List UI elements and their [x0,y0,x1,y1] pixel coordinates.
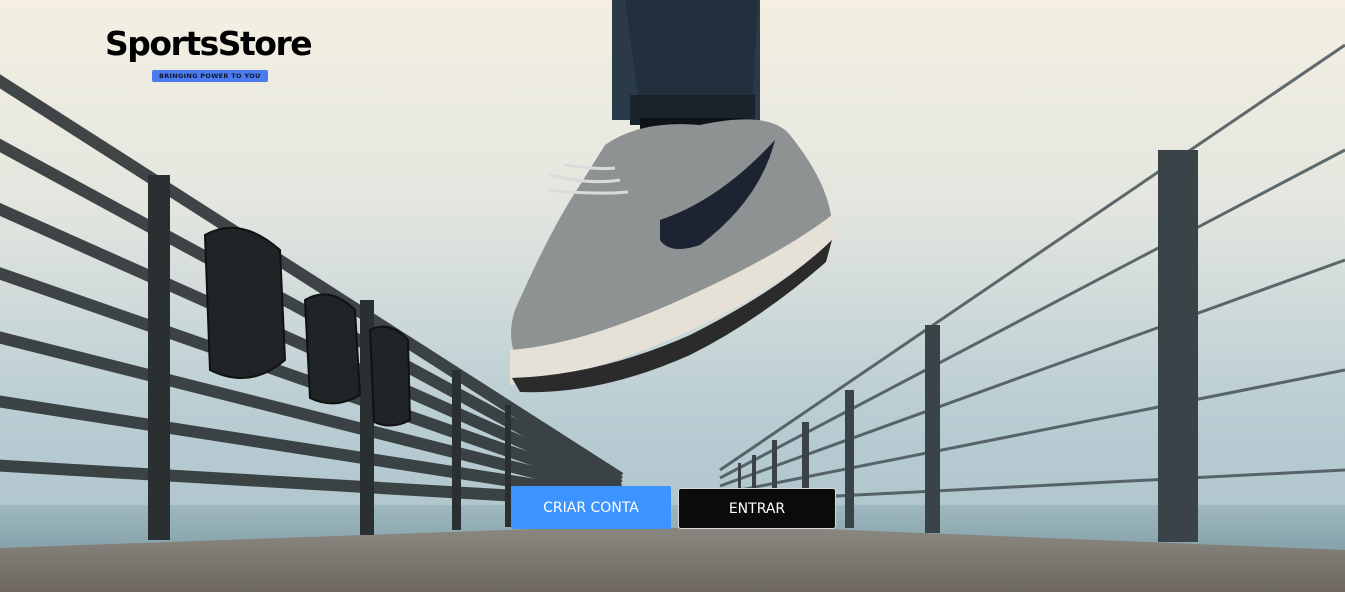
brand-name: SportsStore [105,24,313,63]
login-button[interactable]: ENTRAR [678,488,836,529]
create-account-button[interactable]: CRIAR CONTA [511,486,671,529]
logo[interactable]: SportsStore BRINGING POWER TO YOU [105,24,315,82]
auth-actions: CRIAR CONTA ENTRAR [511,486,836,529]
brand-tagline: BRINGING POWER TO YOU [152,70,268,82]
